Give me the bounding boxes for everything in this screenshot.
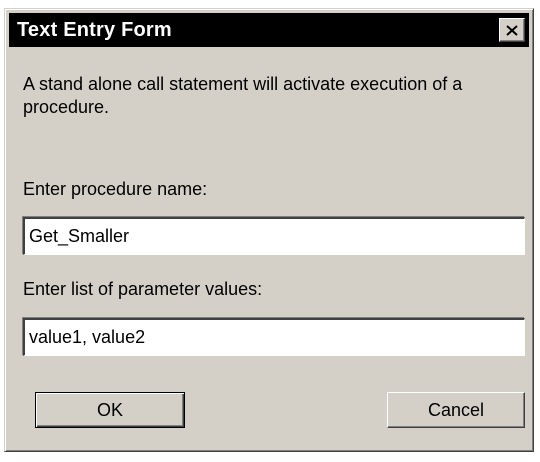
- parameter-values-label: Enter list of parameter values:: [23, 279, 263, 299]
- description-text: A stand alone call statement will activa…: [23, 74, 463, 117]
- close-icon: [506, 24, 518, 36]
- cancel-button[interactable]: Cancel: [387, 392, 525, 428]
- text-entry-dialog: Text Entry Form A stand alone call state…: [4, 8, 534, 452]
- procedure-name-input[interactable]: [25, 219, 524, 254]
- procedure-name-label: Enter procedure name:: [23, 179, 208, 199]
- ok-button[interactable]: OK: [35, 392, 185, 428]
- parameter-values-input[interactable]: [25, 320, 524, 355]
- parameter-values-field[interactable]: [23, 318, 525, 356]
- close-button[interactable]: [499, 18, 525, 42]
- procedure-name-field[interactable]: [23, 217, 525, 255]
- title-bar[interactable]: Text Entry Form: [9, 13, 529, 47]
- window-title: Text Entry Form: [17, 19, 172, 41]
